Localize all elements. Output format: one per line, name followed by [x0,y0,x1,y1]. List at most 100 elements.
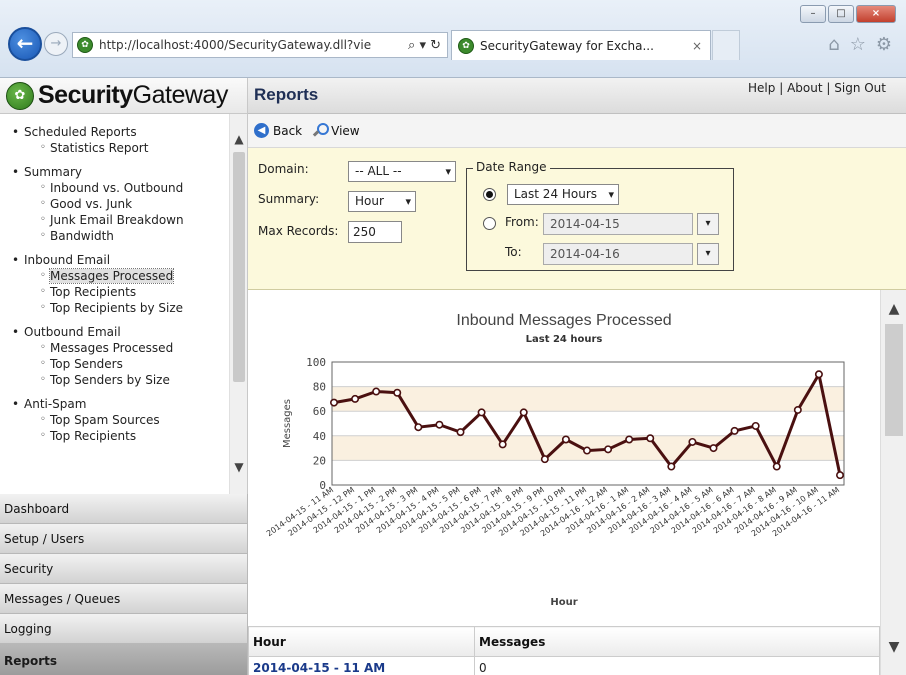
tree-item[interactable]: Top Recipients by Size [10,300,228,316]
range-select[interactable]: Last 24 Hours ▾ [507,184,619,205]
tree-scroll-up-icon[interactable]: ▲ [230,130,247,148]
settings-gear-icon[interactable]: ⚙ [876,34,892,55]
main-scrollbar[interactable]: ▲ ▼ [880,290,906,675]
tree-group: Scheduled ReportsStatistics Report [10,124,228,156]
close-window-button[interactable]: × [856,5,896,23]
report-filters: Domain: -- ALL -- ▾ Summary: Hour ▾ Max Re… [248,148,906,290]
from-label: From: [505,215,539,229]
data-point [372,387,381,396]
nav-item-dashboard[interactable]: Dashboard [0,494,248,524]
messages-cell: 0 [474,656,880,675]
y-tick-label: 40 [313,430,326,443]
maximize-button[interactable]: □ [828,5,854,23]
back-button[interactable]: ◀ Back [254,123,302,138]
data-point [751,421,760,430]
tree-group-label[interactable]: Scheduled Reports [10,124,228,140]
address-url[interactable]: http://localhost:4000/SecurityGateway.dl… [99,38,402,52]
tree-group-label[interactable]: Anti-Spam [10,396,228,412]
main-scroll-up-icon[interactable]: ▲ [881,298,906,320]
column-header-hour[interactable]: Hour [248,626,475,657]
tab-title: SecurityGateway for Excha... [480,38,654,53]
app-brand: ✿ SecurityGateway [0,78,248,114]
minimize-button[interactable]: – [800,5,826,23]
hour-cell[interactable]: 2014-04-15 - 11 AM [248,656,475,675]
main-scroll-thumb[interactable] [885,324,903,436]
data-point [582,446,591,455]
tree-group-label[interactable]: Outbound Email [10,324,228,340]
to-date-picker-icon[interactable]: ▾ [697,243,719,265]
tree-item[interactable]: Top Recipients [10,428,228,444]
tree-item[interactable]: Top Senders [10,356,228,372]
tree-item[interactable]: Bandwidth [10,228,228,244]
nav-item-reports[interactable]: Reports [0,644,248,675]
tree-group: Inbound EmailMessages ProcessedTop Recip… [10,252,228,316]
data-point [519,408,528,417]
tree-item[interactable]: Top Spam Sources [10,412,228,428]
window-controls: – □ × [800,5,896,23]
data-point [646,434,655,443]
to-date-input[interactable]: 2014-04-16 [543,243,693,265]
nav-item-security[interactable]: Security [0,554,248,584]
tree-group-label[interactable]: Summary [10,164,228,180]
tree-item[interactable]: Statistics Report [10,140,228,156]
home-icon[interactable]: ⌂ [828,34,839,55]
tree-group-label[interactable]: Inbound Email [10,252,228,268]
chart-x-axis-label: Hour [550,597,578,608]
chart-band [332,386,844,412]
y-axis-label: Messages [282,399,293,448]
column-header-messages[interactable]: Messages [474,626,880,657]
summary-select[interactable]: Hour ▾ [348,191,416,212]
browser-tab[interactable]: ✿ SecurityGateway for Excha... × [451,30,711,60]
tree-item[interactable]: Inbound vs. Outbound [10,180,228,196]
address-bar[interactable]: ✿ http://localhost:4000/SecurityGateway.… [72,32,448,58]
data-point [561,435,570,444]
results-table: Hour Messages 2014-04-15 - 11 AM 0 [248,626,880,675]
browser-forward-button[interactable]: → [44,32,68,56]
main-nav-menu: Dashboard Setup / Users Security Messages /… [0,494,248,675]
nav-item-messages-queues[interactable]: Messages / Queues [0,584,248,614]
to-label: To: [505,245,522,259]
browser-tools: ⌂ ☆ ⚙ [828,34,892,55]
data-point [540,455,549,464]
about-link[interactable]: About [787,81,822,95]
data-point [772,462,781,471]
tree-scrollbar[interactable]: ▲ ▼ [229,114,247,494]
new-tab-button[interactable] [712,30,740,60]
tree-item[interactable]: Good vs. Junk [10,196,228,212]
range-radio-last24[interactable] [483,188,496,201]
domain-select[interactable]: -- ALL -- ▾ [348,161,456,182]
tree-scroll-thumb[interactable] [233,152,245,382]
data-point [709,444,718,453]
tree-item[interactable]: Junk Email Breakdown [10,212,228,228]
data-point [793,405,802,414]
tree-item[interactable]: Messages Processed [10,268,228,284]
page-title: Reports [254,85,319,104]
address-tools-icon[interactable]: ⌕ ▾ ↻ [402,38,447,53]
report-tree-list: Scheduled ReportsStatistics Report Summar… [0,114,228,452]
tree-item[interactable]: Top Senders by Size [10,372,228,388]
favorites-star-icon[interactable]: ☆ [850,34,866,55]
data-point [498,440,507,449]
chevron-down-icon: ▾ [405,195,411,208]
data-point [730,426,739,435]
data-point [604,445,613,454]
tab-close-icon[interactable]: × [692,39,710,53]
nav-item-logging[interactable]: Logging [0,614,248,644]
tree-item[interactable]: Messages Processed [10,340,228,356]
range-radio-from[interactable] [483,217,496,230]
view-button[interactable]: View [312,123,360,138]
browser-back-button[interactable]: ← [8,27,42,61]
y-tick-label: 60 [313,405,326,418]
data-point [688,437,697,446]
tree-item[interactable]: Top Recipients [10,284,228,300]
from-date-picker-icon[interactable]: ▾ [697,213,719,235]
data-point [814,370,823,379]
tree-group: Outbound EmailMessages ProcessedTop Send… [10,324,228,388]
max-records-input[interactable]: 250 [348,221,402,243]
tree-scroll-down-icon[interactable]: ▼ [230,458,247,476]
from-date-input[interactable]: 2014-04-15 [543,213,693,235]
nav-item-setup-users[interactable]: Setup / Users [0,524,248,554]
main-scroll-down-icon[interactable]: ▼ [881,636,906,658]
help-link[interactable]: Help [748,81,775,95]
signout-link[interactable]: Sign Out [834,81,886,95]
